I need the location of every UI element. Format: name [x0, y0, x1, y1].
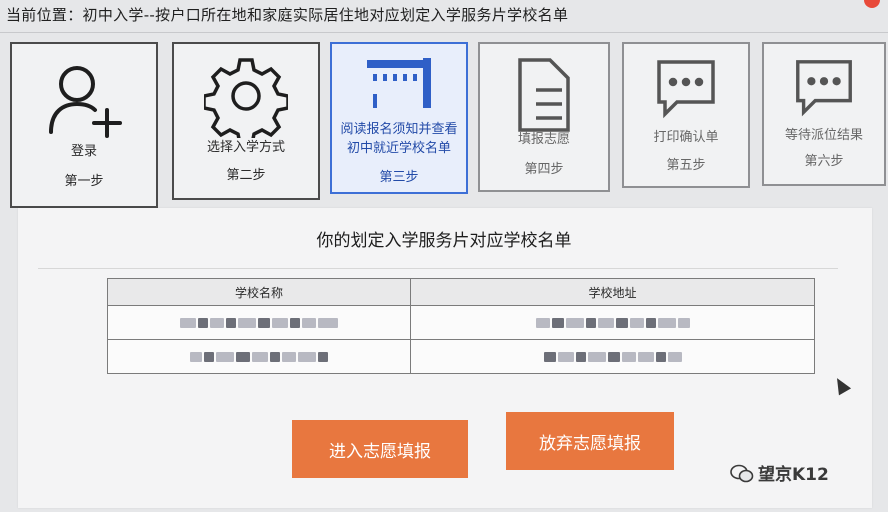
step-label: 打印确认单	[653, 130, 719, 145]
school-name-cell-redacted	[107, 339, 411, 374]
step-label: 等待派位结果	[784, 128, 863, 143]
step-select-method[interactable]: 选择入学方式 第二步	[172, 42, 320, 200]
step-label: 阅读报名须知并查看初中就近学校名单	[340, 122, 458, 156]
school-address-cell-redacted	[410, 339, 815, 374]
school-name-cell-redacted	[107, 305, 411, 340]
column-header-school-name: 学校名称	[107, 278, 411, 306]
step-number: 第二步	[226, 168, 266, 183]
watermark-text: 望京K12	[758, 465, 829, 485]
step-label: 填报志愿	[517, 132, 570, 147]
chat-bubble-icon	[624, 54, 748, 124]
abandon-preference-button[interactable]: 放弃志愿填报	[506, 412, 674, 470]
step-label: 选择入学方式	[206, 140, 285, 155]
watermark: 望京K12	[730, 460, 829, 485]
step-number: 第一步	[64, 174, 104, 189]
step-number: 第五步	[666, 158, 706, 173]
table-row	[107, 305, 815, 340]
step-label: 登录	[70, 144, 97, 159]
column-header-school-address: 学校地址	[410, 278, 815, 306]
panel-title: 你的划定入学服务片对应学校名单	[316, 231, 572, 251]
gear-icon	[174, 54, 318, 138]
school-address-cell-redacted	[410, 305, 815, 340]
building-icon	[332, 52, 466, 110]
chat-bubble-icon	[764, 54, 884, 122]
school-table: 学校名称 学校地址	[107, 278, 815, 374]
breadcrumb-label: 当前位置：	[6, 6, 83, 24]
document-icon	[480, 54, 608, 136]
header-divider	[0, 32, 888, 33]
breadcrumb: 当前位置：初中入学--按户口所在地和家庭实际居住地对应划定入学服务片学校名单	[6, 4, 568, 25]
enter-preference-button[interactable]: 进入志愿填报	[292, 420, 468, 478]
step-fill-preference[interactable]: 填报志愿 第四步	[478, 42, 610, 192]
table-row	[107, 339, 815, 374]
step-wait-result[interactable]: 等待派位结果 第六步	[762, 42, 886, 186]
title-divider	[38, 268, 838, 269]
step-number: 第三步	[379, 170, 419, 185]
step-number: 第六步	[804, 154, 844, 169]
step-read-notice[interactable]: 阅读报名须知并查看初中就近学校名单 第三步	[330, 42, 468, 194]
user-add-icon	[12, 54, 156, 144]
table-header-row: 学校名称 学校地址	[107, 278, 815, 306]
notification-dot	[864, 0, 880, 8]
breadcrumb-path: 初中入学--按户口所在地和家庭实际居住地对应划定入学服务片学校名单	[82, 6, 569, 24]
step-login[interactable]: 登录 第一步	[10, 42, 158, 208]
wechat-icon	[730, 464, 754, 482]
step-number: 第四步	[524, 162, 564, 177]
step-print-confirmation[interactable]: 打印确认单 第五步	[622, 42, 750, 188]
